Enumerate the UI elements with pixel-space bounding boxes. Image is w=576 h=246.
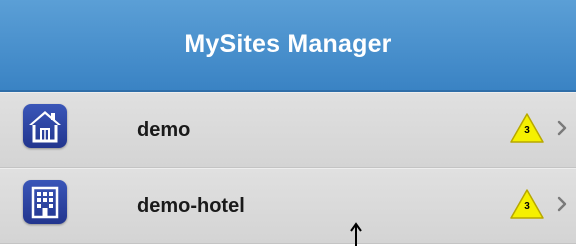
app: MySites Manager demo 3 demo-hotel 3: [0, 0, 576, 246]
warning-badge: 3: [509, 188, 545, 220]
site-row-demo-hotel[interactable]: demo-hotel 3: [0, 168, 576, 244]
chevron-right-icon: [556, 195, 570, 213]
page-title: MySites Manager: [184, 30, 392, 58]
chevron-right-icon: [556, 119, 570, 137]
alert-count: 3: [524, 201, 530, 212]
site-name: demo-hotel: [137, 195, 245, 217]
mouse-cursor-icon: [349, 222, 363, 246]
building-icon: [23, 180, 67, 224]
alert-count: 3: [524, 125, 530, 136]
house-icon: [23, 104, 67, 148]
warning-badge: 3: [509, 112, 545, 144]
header-bar: MySites Manager: [0, 0, 576, 92]
site-list: demo 3 demo-hotel 3: [0, 92, 576, 244]
site-name: demo: [137, 119, 191, 141]
site-row-demo[interactable]: demo 3: [0, 92, 576, 168]
